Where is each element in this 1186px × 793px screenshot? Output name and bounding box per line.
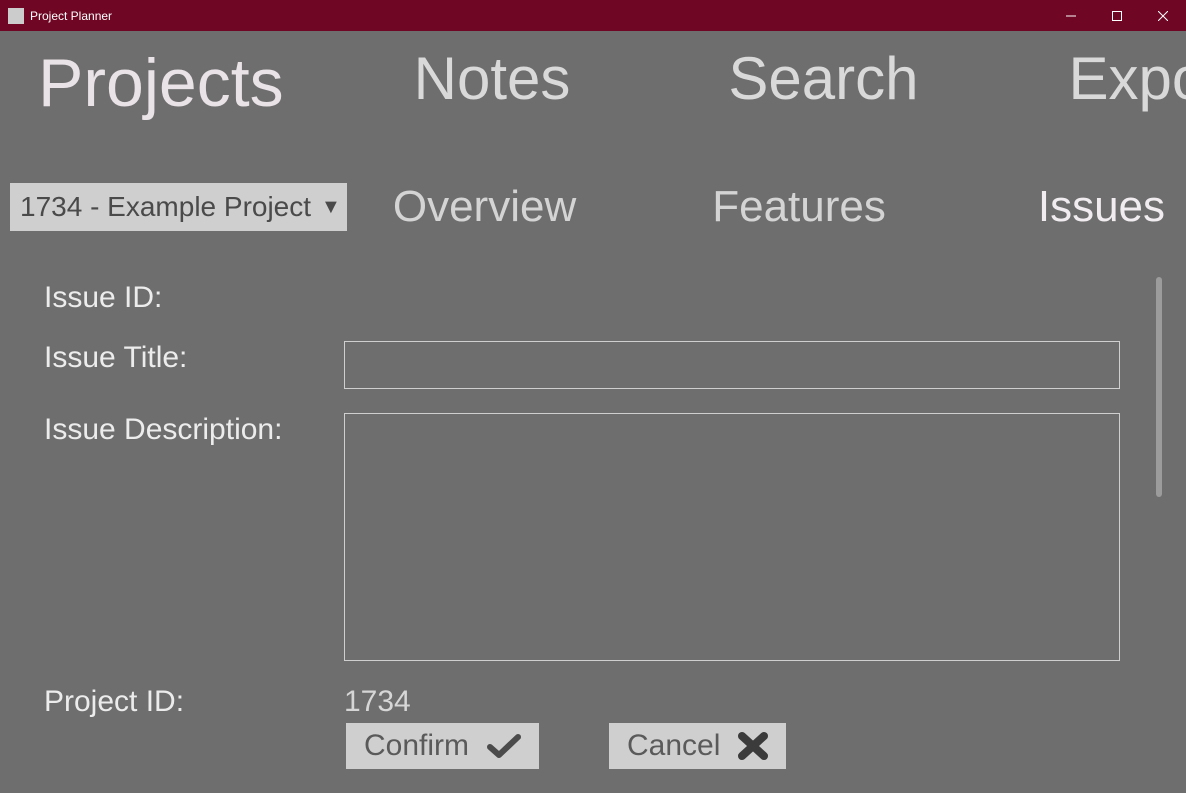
window-maximize-button[interactable]	[1094, 0, 1140, 31]
project-id-label: Project ID:	[44, 685, 344, 719]
cancel-button-label: Cancel	[627, 729, 720, 763]
subtab-issues[interactable]: Issues	[1038, 185, 1165, 229]
content-panel: Projects Notes Search Export 1734 - Exam…	[4, 31, 1182, 789]
project-select-label: 1734 - Example Project	[20, 191, 311, 223]
chevron-down-icon: ▼	[321, 196, 341, 219]
issue-description-input[interactable]	[344, 413, 1120, 661]
subtab-features[interactable]: Features	[712, 185, 886, 229]
issue-form: Issue ID: Issue Title: Issue Description…	[44, 281, 1134, 719]
sub-tabs: Overview Features Issues	[347, 185, 1165, 229]
window-close-button[interactable]	[1140, 0, 1186, 31]
main-tabs: Projects Notes Search Export	[4, 49, 1182, 117]
action-buttons: Confirm Cancel	[346, 723, 786, 769]
confirm-button[interactable]: Confirm	[346, 723, 539, 769]
window-title: Project Planner	[30, 9, 112, 23]
tab-search[interactable]: Search	[728, 49, 918, 109]
tab-projects[interactable]: Projects	[38, 49, 284, 117]
subtab-overview[interactable]: Overview	[393, 185, 576, 229]
issue-title-input[interactable]	[344, 341, 1120, 389]
confirm-button-label: Confirm	[364, 729, 469, 763]
project-subnav: 1734 - Example Project ▼ Overview Featur…	[4, 183, 1182, 231]
app-icon	[8, 8, 24, 24]
project-select[interactable]: 1734 - Example Project ▼	[10, 183, 347, 231]
window-minimize-button[interactable]	[1048, 0, 1094, 31]
cancel-button[interactable]: Cancel	[609, 723, 786, 769]
issue-description-label: Issue Description:	[44, 413, 344, 447]
close-icon	[738, 732, 768, 760]
issue-id-label: Issue ID:	[44, 281, 344, 315]
project-id-value: 1734	[344, 685, 411, 719]
tab-export[interactable]: Export	[1069, 49, 1186, 109]
client-area: Projects Notes Search Export 1734 - Exam…	[0, 31, 1186, 793]
titlebar: Project Planner	[0, 0, 1186, 31]
tab-notes[interactable]: Notes	[414, 49, 571, 109]
check-icon	[487, 733, 521, 759]
issue-title-label: Issue Title:	[44, 341, 344, 375]
vertical-scrollbar[interactable]	[1156, 277, 1162, 497]
